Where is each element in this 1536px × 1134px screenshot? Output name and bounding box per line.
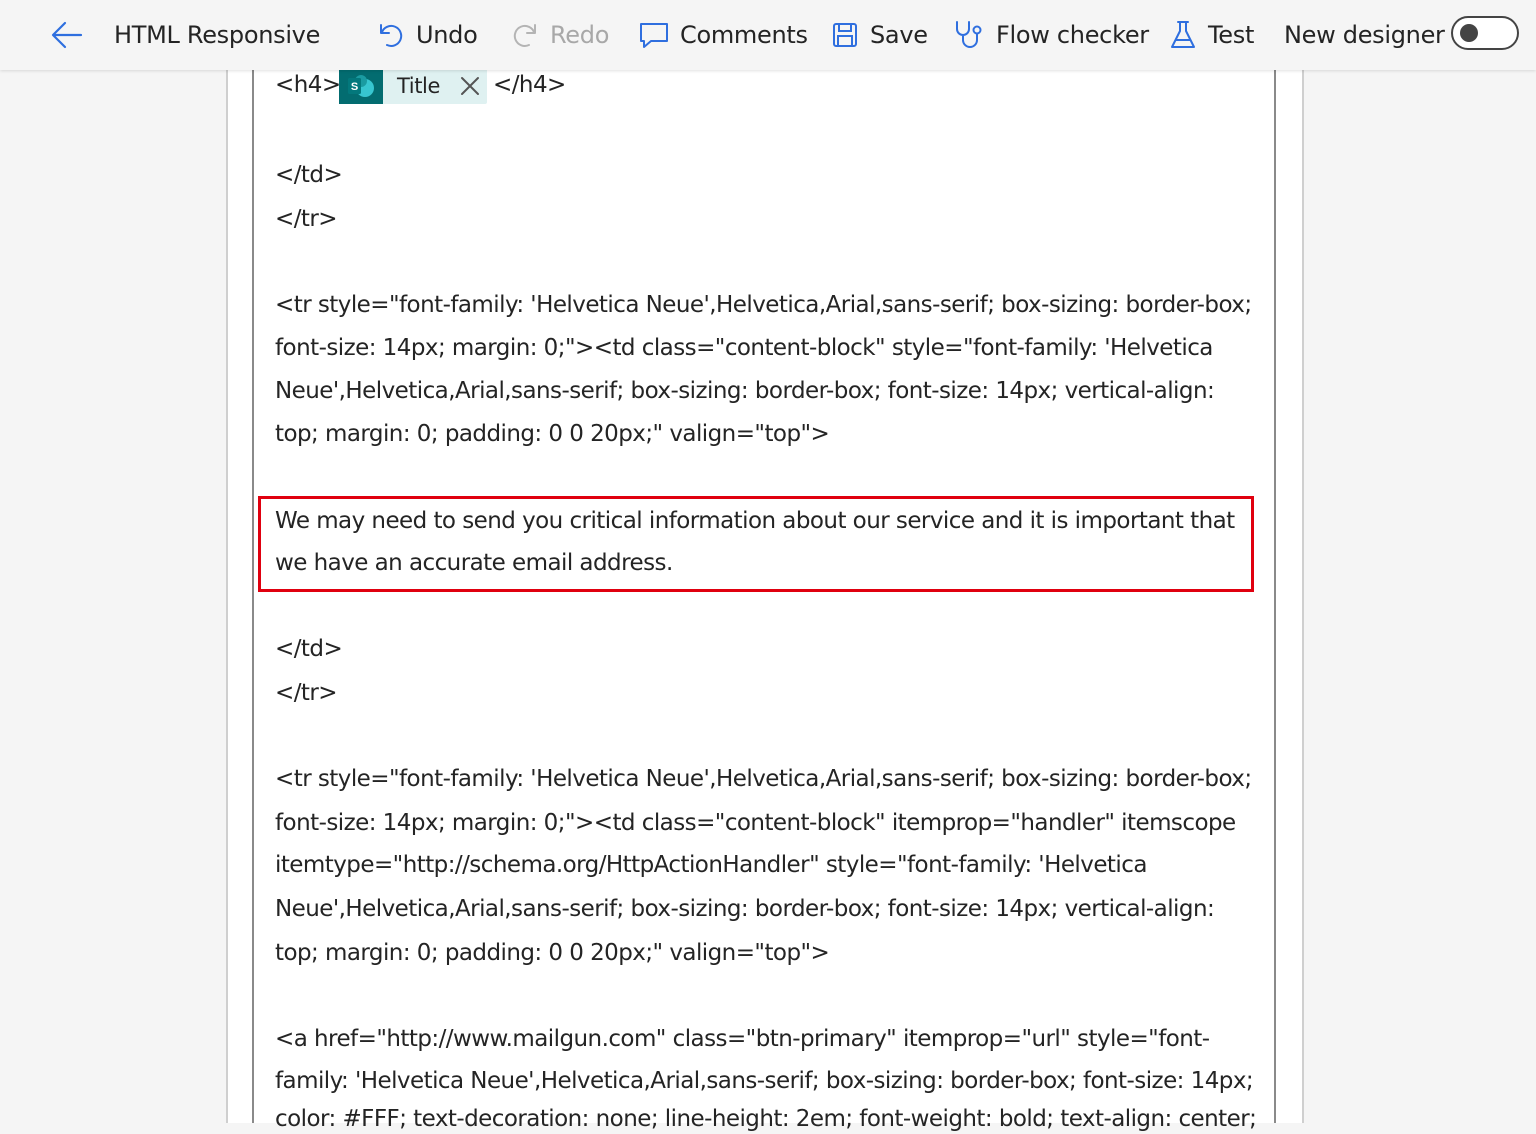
save-icon — [830, 20, 860, 50]
redo-button[interactable]: Redo — [510, 0, 609, 70]
code-line: family: 'Helvetica Neue',Helvetica,Arial… — [275, 1068, 1254, 1094]
undo-label: Undo — [416, 21, 478, 49]
code-line: font-size: 14px; margin: 0;"><td class="… — [275, 335, 1213, 361]
code-line: Neue',Helvetica,Arial,sans-serif; box-si… — [275, 378, 1215, 404]
code-line: <tr style="font-family: 'Helvetica Neue'… — [275, 292, 1252, 318]
code-line: itemtype="http://schema.org/HttpActionHa… — [275, 852, 1147, 878]
back-button[interactable] — [50, 0, 84, 70]
highlight-annotation-box — [258, 496, 1254, 592]
flow-checker-button[interactable]: Flow checker — [952, 0, 1149, 70]
undo-button[interactable]: Undo — [376, 0, 478, 70]
code-line: top; margin: 0; padding: 0 0 20px;" vali… — [275, 421, 830, 447]
svg-text:S: S — [351, 81, 358, 93]
code-line: </td> — [275, 162, 343, 188]
code-line: color: #FFF; text-decoration: none; line… — [275, 1106, 1257, 1132]
flow-title[interactable]: HTML Responsive E — [114, 0, 328, 70]
test-label: Test — [1208, 21, 1255, 49]
code-line: </tr> — [275, 680, 338, 706]
new-designer-label: New designer — [1284, 21, 1445, 49]
code-line: </td> — [275, 636, 343, 662]
close-icon[interactable] — [459, 75, 481, 101]
test-button[interactable]: Test — [1168, 0, 1254, 70]
stethoscope-icon — [952, 19, 986, 51]
token-label: Title — [397, 74, 441, 98]
comment-icon — [638, 20, 670, 50]
designer-toolbar: HTML Responsive E Undo Redo Comments Sav… — [0, 0, 1536, 70]
new-designer-toggle[interactable] — [1451, 16, 1519, 50]
toggle-knob — [1460, 24, 1478, 42]
code-line: </tr> — [275, 206, 338, 232]
dynamic-content-token[interactable]: S Title — [339, 68, 487, 104]
code-line: <tr style="font-family: 'Helvetica Neue'… — [275, 766, 1252, 792]
comments-button[interactable]: Comments — [638, 0, 808, 70]
comments-label: Comments — [680, 21, 808, 49]
save-label: Save — [870, 21, 928, 49]
save-button[interactable]: Save — [830, 0, 928, 70]
redo-icon — [510, 20, 540, 50]
code-line: Neue',Helvetica,Arial,sans-serif; box-si… — [275, 896, 1215, 922]
redo-label: Redo — [550, 21, 610, 49]
code-line: </h4> — [493, 72, 566, 98]
code-line: top; margin: 0; padding: 0 0 20px;" vali… — [275, 940, 830, 966]
code-line: font-size: 14px; margin: 0;"><td class="… — [275, 810, 1236, 836]
undo-icon — [376, 20, 406, 50]
flow-checker-label: Flow checker — [996, 21, 1149, 49]
sharepoint-icon: S — [339, 68, 383, 104]
code-line: <a href="http://www.mailgun.com" class="… — [275, 1026, 1210, 1052]
code-line: <h4> — [275, 72, 341, 98]
flask-icon — [1168, 19, 1198, 51]
back-arrow-icon — [50, 20, 84, 50]
